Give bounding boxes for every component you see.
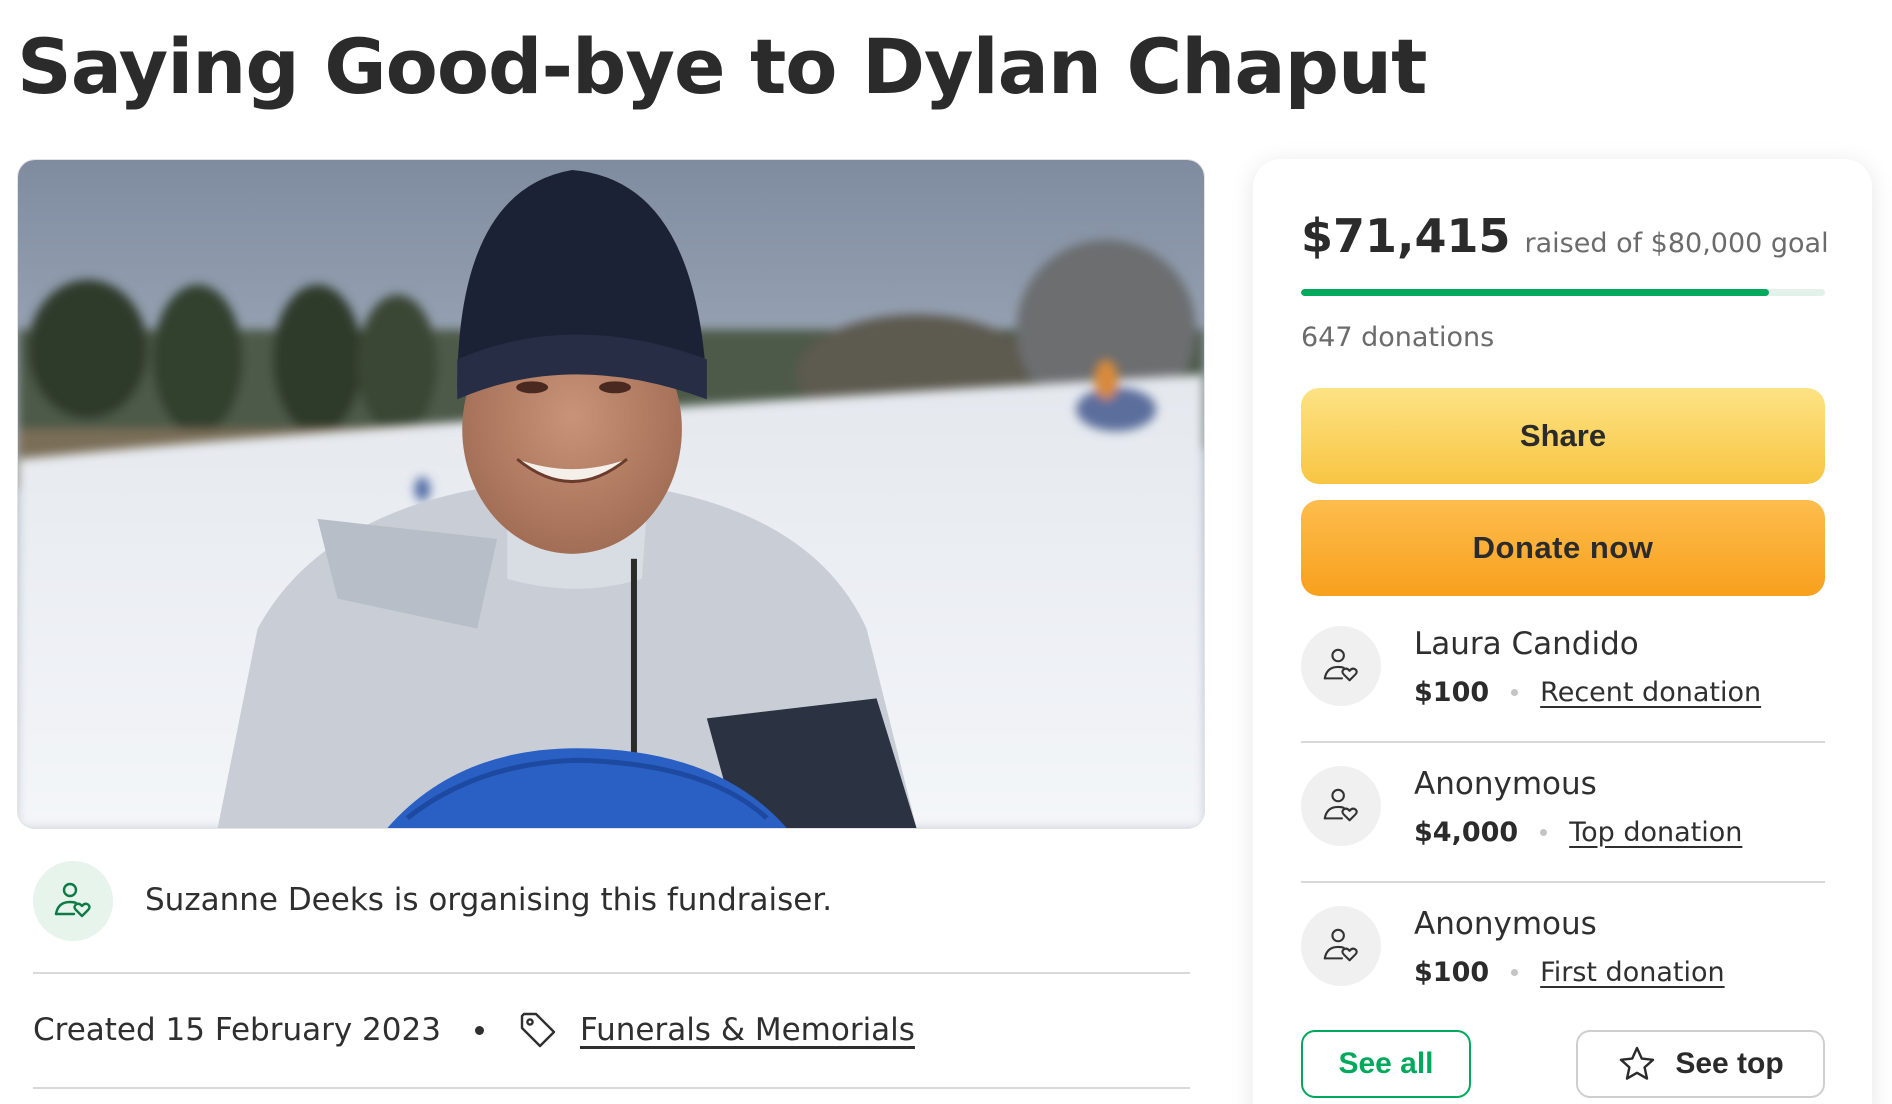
divider	[33, 972, 1190, 974]
separator-dot	[1511, 689, 1519, 696]
category-link[interactable]: Funerals & Memorials	[580, 1012, 915, 1048]
created-date: Created 15 February 2023	[33, 1012, 441, 1048]
donor-amount: $4,000	[1414, 817, 1519, 848]
see-top-button[interactable]: See top	[1576, 1030, 1825, 1098]
donor-item: Anonymous $4,000 Top donation	[1301, 766, 1825, 876]
raised-summary: $71,415 raised of $80,000 goal	[1301, 209, 1829, 263]
donor-details: $4,000 Top donation	[1414, 817, 1742, 848]
person-heart-icon	[54, 882, 91, 918]
separator-dot	[1511, 969, 1519, 976]
donor-item: Anonymous $100 First donation	[1301, 906, 1825, 1016]
page-title: Saying Good-bye to Dylan Chaput	[17, 22, 1427, 111]
progress-bar	[1301, 289, 1825, 296]
donation-type-link[interactable]: First donation	[1540, 957, 1724, 988]
donor-name: Laura Candido	[1414, 626, 1639, 662]
progress-fill	[1301, 289, 1769, 296]
fundraiser-meta: Created 15 February 2023 Funerals & Memo…	[33, 1010, 915, 1050]
donor-item: Laura Candido $100 Recent donation	[1301, 626, 1825, 736]
fundraiser-page: Saying Good-bye to Dylan Chaput Suzanne …	[0, 0, 1892, 1104]
donation-type-link[interactable]: Recent donation	[1540, 677, 1761, 708]
separator-dot	[474, 1025, 484, 1035]
tag-icon	[518, 1010, 558, 1050]
hero-image	[17, 159, 1205, 829]
donations-count: 647 donations	[1301, 322, 1495, 353]
donate-button[interactable]: Donate now	[1301, 500, 1825, 596]
donor-avatar	[1301, 906, 1381, 986]
divider	[33, 1087, 1190, 1089]
donor-details: $100 First donation	[1414, 957, 1725, 988]
person-heart-icon	[1323, 928, 1358, 962]
raised-amount: $71,415	[1301, 209, 1511, 263]
donor-details: $100 Recent donation	[1414, 677, 1761, 708]
goal-text: raised of $80,000 goal	[1524, 228, 1829, 259]
donation-type-link[interactable]: Top donation	[1569, 817, 1742, 848]
separator-dot	[1540, 829, 1548, 836]
organiser-avatar	[33, 861, 113, 941]
donor-amount: $100	[1414, 957, 1490, 988]
organiser-text: Suzanne Deeks is organising this fundrai…	[145, 882, 833, 918]
see-top-label: See top	[1675, 1047, 1784, 1080]
donor-avatar	[1301, 626, 1381, 706]
star-icon	[1620, 1046, 1655, 1080]
divider	[1301, 741, 1825, 743]
person-heart-icon	[1323, 648, 1358, 682]
see-all-button[interactable]: See all	[1301, 1030, 1471, 1098]
divider	[1301, 881, 1825, 883]
share-button[interactable]: Share	[1301, 388, 1825, 484]
person-heart-icon	[1323, 788, 1358, 822]
donor-name: Anonymous	[1414, 906, 1597, 942]
donation-card: $71,415 raised of $80,000 goal 647 donat…	[1253, 159, 1872, 1104]
donor-amount: $100	[1414, 677, 1490, 708]
donor-avatar	[1301, 766, 1381, 846]
donor-name: Anonymous	[1414, 766, 1597, 802]
